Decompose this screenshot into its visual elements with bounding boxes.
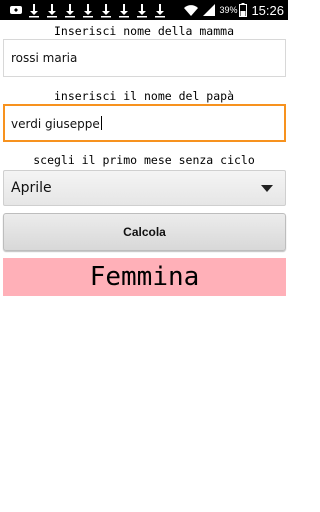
father-name-label: inserisci il nome del papà bbox=[53, 89, 234, 103]
mother-name-label: Inserisci nome della mamma bbox=[53, 24, 234, 38]
status-bar: 39% 15:26 bbox=[0, 0, 288, 20]
download-icon bbox=[101, 4, 111, 18]
month-label: scegli il primo mese senza ciclo bbox=[33, 153, 255, 167]
battery-icon bbox=[239, 3, 248, 17]
calculate-button-label: Calcola bbox=[123, 225, 166, 239]
mother-name-value: rossi maria bbox=[11, 51, 78, 65]
usb-icon bbox=[10, 6, 22, 14]
download-icon bbox=[155, 4, 165, 18]
download-icon bbox=[137, 4, 147, 18]
dropdown-arrow-icon bbox=[261, 185, 273, 192]
download-icon bbox=[83, 4, 93, 18]
mother-name-field[interactable]: rossi maria bbox=[3, 39, 286, 77]
result-box: Femmina bbox=[3, 258, 286, 296]
download-icon bbox=[29, 4, 39, 18]
text-cursor bbox=[100, 116, 102, 130]
signal-icon bbox=[203, 4, 216, 16]
result-text: Femmina bbox=[89, 262, 200, 292]
download-icon bbox=[119, 4, 129, 18]
calculate-button[interactable]: Calcola bbox=[3, 213, 286, 251]
clock: 15:26 bbox=[251, 2, 284, 18]
father-name-field[interactable]: verdi giuseppe bbox=[3, 104, 286, 142]
download-icon bbox=[65, 4, 75, 18]
download-icon bbox=[47, 4, 57, 18]
system-icons: 39% 15:26 bbox=[183, 0, 284, 20]
month-dropdown[interactable]: Aprile bbox=[3, 170, 286, 206]
month-selected-value: Aprile bbox=[11, 180, 52, 196]
father-name-value: verdi giuseppe bbox=[11, 117, 100, 131]
battery-percent: 39% bbox=[219, 5, 238, 15]
wifi-icon bbox=[184, 5, 199, 16]
notification-icons bbox=[8, 2, 170, 18]
father-name-text: verdi giuseppe bbox=[11, 116, 102, 131]
